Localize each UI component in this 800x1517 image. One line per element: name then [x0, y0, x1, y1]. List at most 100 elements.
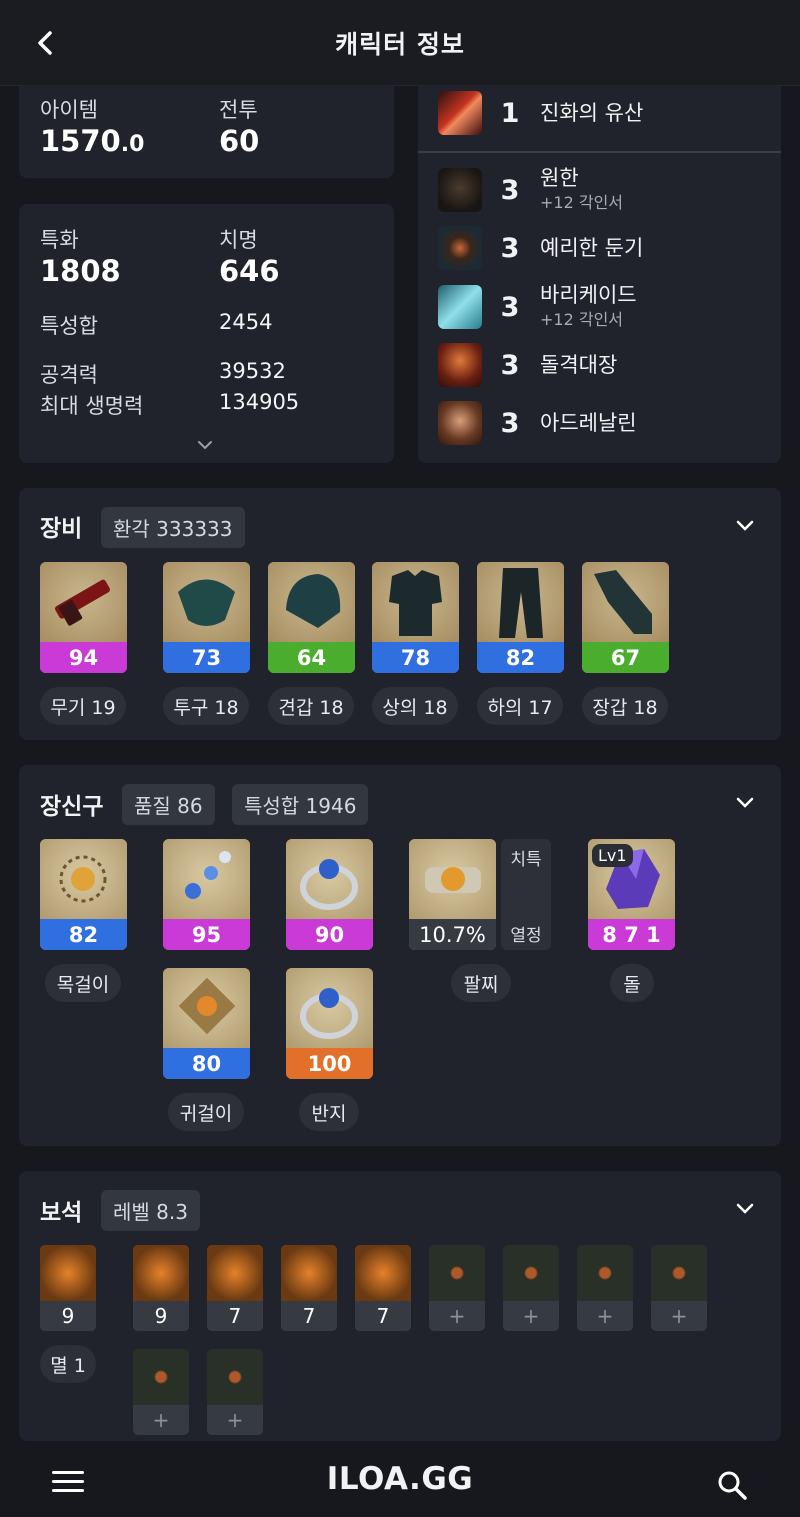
engraving-icon [438, 226, 482, 270]
bracelet-tile[interactable]: 10.7% [409, 839, 496, 950]
gem-empty-label: + [503, 1301, 559, 1331]
engraving-icon [438, 91, 482, 135]
engraving-level: 3 [500, 232, 520, 264]
gem-empty-label: + [429, 1301, 485, 1331]
expand-stats-button[interactable] [197, 436, 213, 455]
earring-tile-2[interactable]: 80 [163, 968, 250, 1079]
stone-level-badge: Lv1 [592, 844, 633, 867]
chest-tile[interactable]: 78 [372, 562, 459, 673]
gems-title: 보석 [40, 1200, 83, 1226]
engraving-row[interactable]: 3 바리케이드 +12 각인서 [438, 284, 637, 330]
equipment-collapse-button[interactable] [736, 517, 754, 536]
weapon-tile[interactable]: 94 [40, 562, 127, 673]
gem-level: 9 [133, 1301, 189, 1331]
engraving-row[interactable]: 3 돌격대장 [438, 343, 617, 387]
engraving-icon [438, 168, 482, 213]
gem-empty-label: + [133, 1405, 189, 1435]
empty-gem-image [133, 1349, 189, 1405]
accessories-title: 장신구 [40, 794, 104, 820]
back-button[interactable] [30, 26, 60, 60]
engraving-name: 원한 [540, 166, 579, 190]
gem-image [40, 1245, 96, 1301]
item-level-label: 아이템 [40, 98, 98, 122]
pants-tile[interactable]: 82 [477, 562, 564, 673]
chevron-down-icon [736, 797, 754, 808]
gem-slot-empty[interactable]: + [503, 1245, 559, 1331]
top-header: 캐릭터 정보 [0, 0, 800, 86]
accessories-collapse-button[interactable] [736, 794, 754, 813]
engraving-sub: +12 각인서 [540, 310, 624, 330]
attack-label: 공격력 [40, 363, 98, 387]
stats-card: 특화 1808 치명 646 특성합 2454 공격력 39532 최대 생명력… [19, 204, 394, 463]
stat-total-label: 특성합 [40, 314, 98, 338]
quality-bar: 94 [40, 642, 127, 673]
engraving-row-top[interactable]: 1 진화의 유산 [438, 91, 643, 135]
search-button[interactable] [716, 1469, 748, 1505]
page-title: 캐릭터 정보 [335, 29, 465, 59]
engraving-row[interactable]: 3 예리한 둔기 [438, 226, 643, 270]
gem-image [133, 1245, 189, 1301]
helmet-tile[interactable]: 73 [163, 562, 250, 673]
level-card: 아이템 1570.0 전투 60 [19, 80, 394, 178]
necklace-label: 목걸이 [45, 964, 121, 1002]
shoulder-tile[interactable]: 64 [268, 562, 355, 673]
engraving-row[interactable]: 3 원한 +12 각인서 [438, 167, 623, 213]
gem-first-label: 멸 1 [40, 1345, 96, 1383]
chevron-down-icon [736, 1203, 754, 1214]
earring-image [163, 968, 250, 1048]
ring-tile[interactable]: 90 [286, 839, 373, 950]
engraving-divider [418, 151, 781, 153]
gems-tag: 레벨 8.3 [101, 1190, 200, 1231]
gems-collapse-button[interactable] [736, 1200, 754, 1219]
necklace-tile[interactable]: 82 [40, 839, 127, 950]
gem-level: 9 [40, 1301, 96, 1331]
brand-logo[interactable]: ILOA.GG [327, 1461, 473, 1497]
attack-value: 39532 [219, 359, 286, 383]
empty-gem-image [503, 1245, 559, 1301]
gem-image [281, 1245, 337, 1301]
engraving-level: 3 [500, 407, 520, 439]
quality-bar: 90 [286, 919, 373, 950]
gem-slot[interactable]: 7 [207, 1245, 263, 1331]
crit-value: 646 [219, 254, 280, 288]
gem-image [207, 1245, 263, 1301]
shoulder-image [268, 562, 355, 642]
quality-bar: 73 [163, 642, 250, 673]
bracelet-value: 10.7% [409, 919, 496, 950]
stone-value: 8 7 1 [588, 919, 675, 950]
stone-tile[interactable]: Lv1 8 7 1 [588, 839, 675, 950]
bottom-nav: ILOA.GG [0, 1441, 800, 1517]
bracelet-stat-2: 열정 [510, 926, 542, 946]
bracelet-image [409, 839, 496, 919]
bracelet-stat-1: 치특 [510, 850, 542, 870]
equipment-title: 장비 [40, 516, 83, 542]
gem-slot[interactable]: 7 [281, 1245, 337, 1331]
gem-slot-empty[interactable]: + [429, 1245, 485, 1331]
gloves-tile[interactable]: 67 [582, 562, 669, 673]
equip-label-gloves: 장갑 18 [582, 687, 668, 725]
engraving-row[interactable]: 3 아드레날린 [438, 401, 637, 445]
gloves-image [582, 562, 669, 642]
accessories-stats-tag: 특성합 1946 [232, 784, 369, 825]
gem-slot-empty[interactable]: + [577, 1245, 633, 1331]
pants-image [477, 562, 564, 642]
gem-empty-label: + [207, 1405, 263, 1435]
bracelet-stats: 치특 열정 [501, 839, 551, 950]
max-hp-label: 최대 생명력 [40, 394, 144, 418]
gem-slot-empty[interactable]: + [133, 1349, 189, 1435]
gem-slot-empty[interactable]: + [651, 1245, 707, 1331]
gem-slot[interactable]: 7 [355, 1245, 411, 1331]
quality-bar: 82 [40, 919, 127, 950]
gem-slot[interactable]: 9 [133, 1245, 189, 1331]
engraving-icon [438, 343, 482, 387]
gem-level: 7 [281, 1301, 337, 1331]
gem-slot-empty[interactable]: + [207, 1349, 263, 1435]
crit-label: 치명 [219, 228, 258, 252]
gem-slot[interactable]: 9 [40, 1245, 96, 1331]
chevron-down-icon [198, 441, 212, 450]
menu-button[interactable] [52, 1471, 84, 1497]
earring-tile[interactable]: 95 [163, 839, 250, 950]
stat-total-value: 2454 [219, 310, 273, 334]
ring-tile-2[interactable]: 100 [286, 968, 373, 1079]
quality-bar: 95 [163, 919, 250, 950]
